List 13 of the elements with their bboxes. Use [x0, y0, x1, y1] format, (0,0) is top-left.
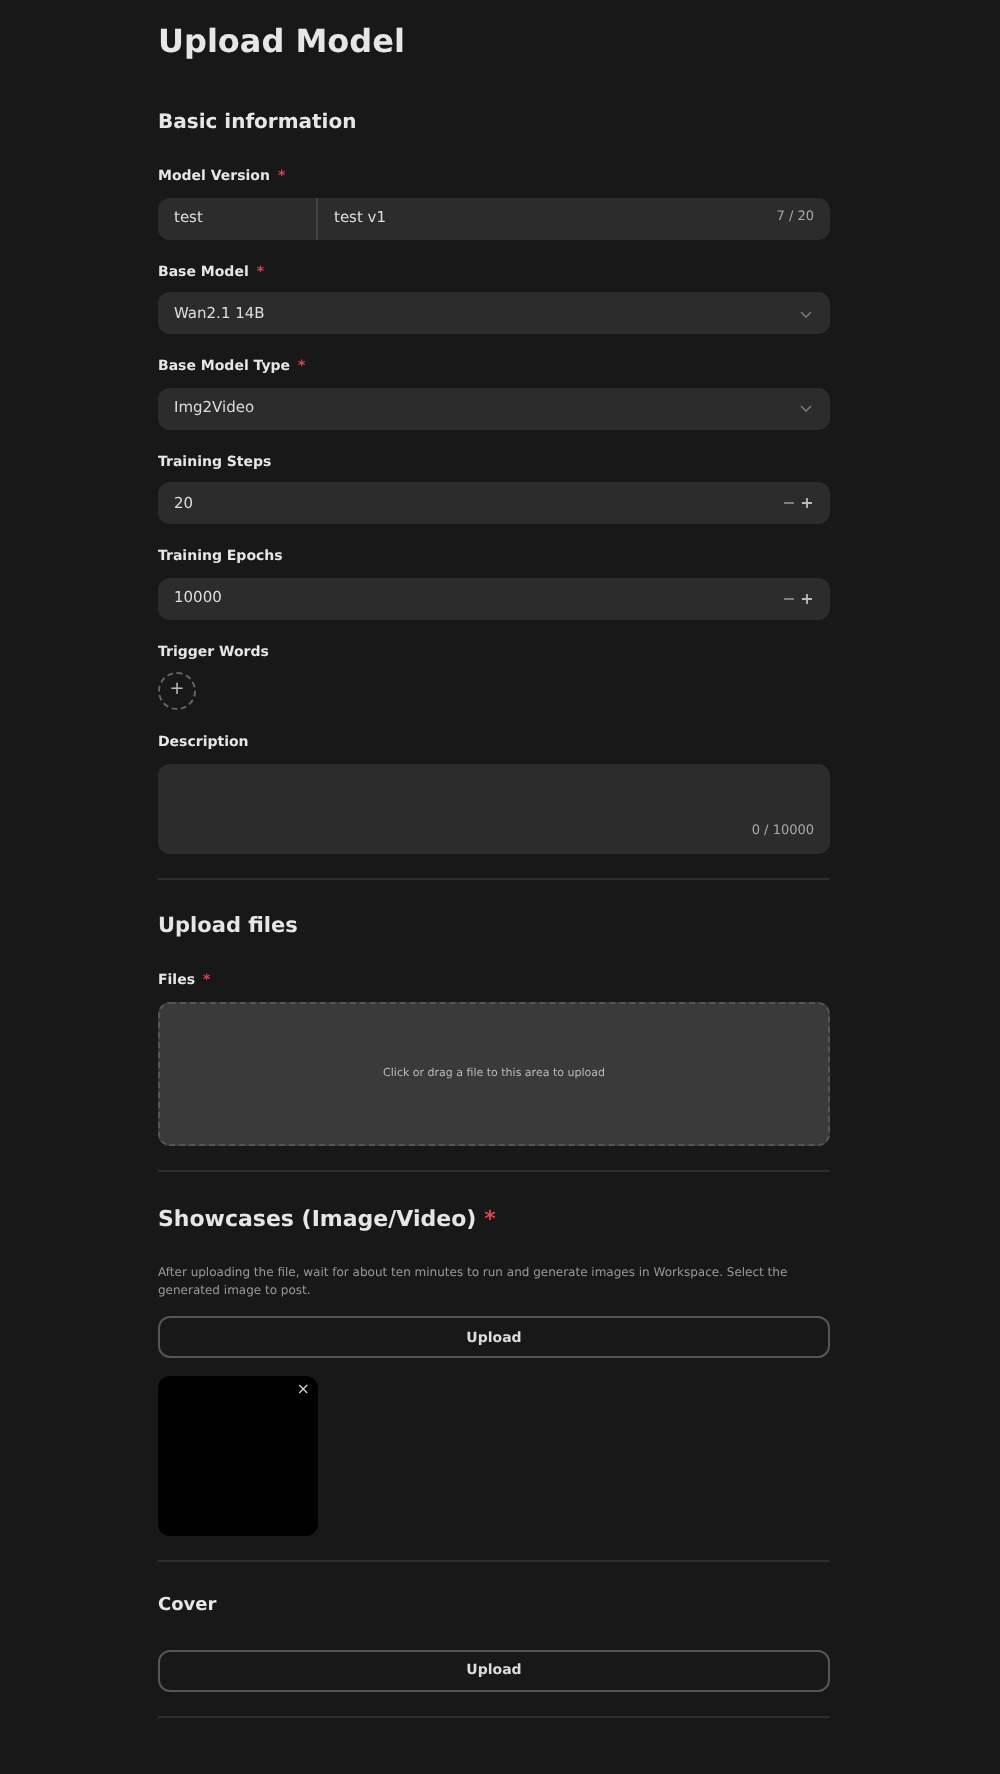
section-heading: Upload files [158, 911, 300, 941]
section-heading: Basic information [158, 110, 359, 138]
remove-button[interactable]: × [296, 1380, 310, 1401]
required-mark: * [484, 1205, 496, 1232]
section-heading: Cover [158, 1594, 219, 1621]
plus-icon[interactable] [800, 496, 814, 510]
chevron-down-icon [798, 305, 814, 321]
section-heading: Showcases (Image/Video) [158, 1205, 477, 1232]
page-title: Upload Model [158, 20, 407, 64]
add-trigger-word-button[interactable]: + [158, 672, 196, 710]
minus-icon[interactable] [782, 496, 796, 510]
plus-icon[interactable] [800, 591, 814, 605]
chevron-down-icon [798, 400, 814, 416]
